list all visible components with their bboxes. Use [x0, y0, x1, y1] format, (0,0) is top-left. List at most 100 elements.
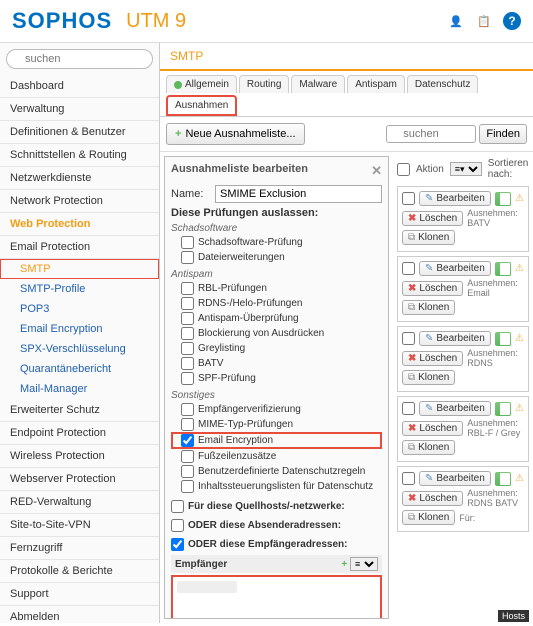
clone-button[interactable]: ⧉Klonen: [402, 300, 455, 315]
plus-icon: +: [175, 128, 181, 140]
edit-exception-panel: Ausnahmeliste bearbeiten ✕ Name: Diese P…: [164, 156, 389, 619]
enable-toggle[interactable]: [495, 472, 511, 486]
user-icon[interactable]: 👤: [447, 12, 465, 30]
product-name: UTM 9: [126, 10, 186, 33]
enable-toggle[interactable]: [495, 192, 511, 206]
group-malware: Schadsoftware: [171, 223, 382, 234]
tab-antispam[interactable]: Antispam: [347, 75, 405, 93]
nav-wireless-protection[interactable]: Wireless Protection: [0, 445, 159, 468]
action-menu[interactable]: ≡▾: [450, 162, 482, 176]
chk-file-ext[interactable]: Dateierweiterungen: [171, 250, 382, 265]
toolbar-search-input[interactable]: [386, 125, 476, 143]
chk-mime[interactable]: MIME-Typ-Prüfungen: [171, 417, 382, 432]
recipient-entry[interactable]: [177, 581, 237, 593]
name-input[interactable]: [215, 185, 382, 203]
delete-button[interactable]: ✖Löschen: [402, 281, 463, 296]
subnav-email-encryption[interactable]: Email Encryption: [0, 319, 159, 339]
chk-cc-lists[interactable]: Inhaltssteuerungslisten für Datenschutz: [171, 479, 382, 494]
chk-recipient-verify[interactable]: Empfängerverifizierung: [171, 402, 382, 417]
list-item: ✎Bearbeiten⚠ ✖LöschenAusnehmen: Email ⧉K…: [397, 256, 529, 322]
subnav-quarantaene[interactable]: Quarantänebericht: [0, 359, 159, 379]
chk-malware-av[interactable]: Schadsoftware-Prüfung: [171, 235, 382, 250]
clone-icon: ⧉: [408, 302, 415, 313]
subnav-smtp-profile[interactable]: SMTP-Profile: [0, 279, 159, 299]
or-recipient-row[interactable]: ODER diese Empfängeradressen:: [171, 538, 382, 551]
recipient-list-box[interactable]: [171, 575, 382, 619]
chk-spf[interactable]: SPF-Prüfung: [171, 371, 382, 386]
nav-abmelden[interactable]: Abmelden: [0, 606, 159, 623]
panel-title-row: Ausnahmeliste bearbeiten ✕: [171, 163, 382, 179]
tab-allgemein[interactable]: Allgemein: [166, 75, 237, 93]
nav-verwaltung[interactable]: Verwaltung: [0, 98, 159, 121]
delete-button[interactable]: ✖Löschen: [402, 211, 463, 226]
nav-netzwerkdienste[interactable]: Netzwerkdienste: [0, 167, 159, 190]
enable-toggle[interactable]: [495, 332, 511, 346]
delete-button[interactable]: ✖Löschen: [402, 421, 463, 436]
chk-email-encryption[interactable]: Email Encryption: [171, 432, 382, 449]
delete-button[interactable]: ✖Löschen: [402, 351, 463, 366]
nav-site-vpn[interactable]: Site-to-Site-VPN: [0, 514, 159, 537]
sidebar-search-input[interactable]: [6, 49, 153, 69]
chk-antispam-check[interactable]: Antispam-Überprüfung: [171, 311, 382, 326]
help-icon[interactable]: ?: [503, 12, 521, 30]
delete-button[interactable]: ✖Löschen: [402, 491, 463, 506]
tab-ausnahmen[interactable]: Ausnahmen: [166, 95, 237, 116]
recipient-menu[interactable]: ≡: [350, 557, 378, 571]
enable-toggle[interactable]: [495, 402, 511, 416]
item-checkbox[interactable]: [402, 472, 415, 485]
subnav-pop3[interactable]: POP3: [0, 299, 159, 319]
group-other: Sonstiges: [171, 390, 382, 401]
nav-definitionen[interactable]: Definitionen & Benutzer: [0, 121, 159, 144]
item-checkbox[interactable]: [402, 192, 415, 205]
chk-expr-block[interactable]: Blockierung von Ausdrücken: [171, 326, 382, 341]
clone-button[interactable]: ⧉Klonen: [402, 440, 455, 455]
chk-footer[interactable]: Fußzeilenzusätze: [171, 449, 382, 464]
chk-rdns[interactable]: RDNS-/Helo-Prüfungen: [171, 296, 382, 311]
nav-schnittstellen[interactable]: Schnittstellen & Routing: [0, 144, 159, 167]
chk-greylisting[interactable]: Greylisting: [171, 341, 382, 356]
edit-button[interactable]: ✎Bearbeiten: [419, 191, 491, 206]
clone-button[interactable]: ⧉Klonen: [402, 510, 455, 525]
nav-dashboard[interactable]: Dashboard: [0, 75, 159, 98]
subnav-mail-manager[interactable]: Mail-Manager: [0, 379, 159, 399]
subnav-spx[interactable]: SPX-Verschlüsselung: [0, 339, 159, 359]
item-checkbox[interactable]: [402, 262, 415, 275]
nav-fernzugriff[interactable]: Fernzugriff: [0, 537, 159, 560]
nav-protokolle[interactable]: Protokolle & Berichte: [0, 560, 159, 583]
nav-email-protection[interactable]: Email Protection: [0, 236, 159, 259]
edit-button[interactable]: ✎Bearbeiten: [419, 401, 491, 416]
select-all-checkbox[interactable]: [397, 163, 410, 176]
chk-dlp-rules[interactable]: Benutzerdefinierte Datenschutzregeln: [171, 464, 382, 479]
edit-button[interactable]: ✎Bearbeiten: [419, 471, 491, 486]
clone-button[interactable]: ⧉Klonen: [402, 230, 455, 245]
item-checkbox[interactable]: [402, 402, 415, 415]
subnav-smtp[interactable]: SMTP: [0, 259, 159, 279]
nav-webserver-protection[interactable]: Webserver Protection: [0, 468, 159, 491]
tab-datenschutz[interactable]: Datenschutz: [407, 75, 479, 93]
for-hosts-row[interactable]: Für diese Quellhosts/-netzwerke:: [171, 500, 382, 513]
nav-red-verwaltung[interactable]: RED-Verwaltung: [0, 491, 159, 514]
nav-web-protection[interactable]: Web Protection: [0, 213, 159, 236]
or-sender-row[interactable]: ODER diese Absenderadressen:: [171, 519, 382, 532]
pencil-icon: ✎: [425, 403, 433, 414]
nav-erweiterter-schutz[interactable]: Erweiterter Schutz: [0, 399, 159, 422]
enable-toggle[interactable]: [495, 262, 511, 276]
warning-icon: ⚠: [515, 263, 524, 275]
edit-button[interactable]: ✎Bearbeiten: [419, 331, 491, 346]
nav-network-protection[interactable]: Network Protection: [0, 190, 159, 213]
tab-malware[interactable]: Malware: [291, 75, 345, 93]
item-checkbox[interactable]: [402, 332, 415, 345]
add-recipient-icon[interactable]: +: [341, 559, 347, 570]
chk-rbl[interactable]: RBL-Prüfungen: [171, 281, 382, 296]
edit-button[interactable]: ✎Bearbeiten: [419, 261, 491, 276]
new-exception-button[interactable]: +Neue Ausnahmeliste...: [166, 123, 305, 145]
nav-support[interactable]: Support: [0, 583, 159, 606]
find-button[interactable]: Finden: [479, 124, 527, 144]
toolbar: +Neue Ausnahmeliste... Finden: [160, 117, 533, 152]
chk-batv[interactable]: BATV: [171, 356, 382, 371]
nav-endpoint-protection[interactable]: Endpoint Protection: [0, 422, 159, 445]
close-icon[interactable]: ✕: [371, 163, 382, 179]
tab-routing[interactable]: Routing: [239, 75, 289, 93]
clone-button[interactable]: ⧉Klonen: [402, 370, 455, 385]
clipboard-icon[interactable]: 📋: [475, 12, 493, 30]
